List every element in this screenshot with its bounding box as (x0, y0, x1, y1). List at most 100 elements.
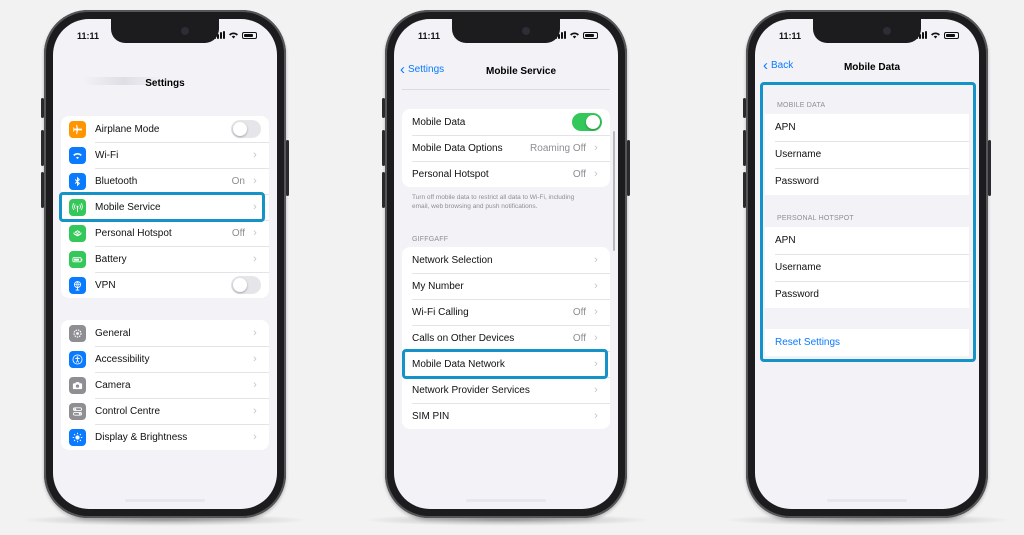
settings-group-connectivity: Airplane Mode Wi-Fi › Bluetooth On › Mob… (61, 116, 269, 298)
row-mobile-data-options[interactable]: Mobile Data Options Roaming Off › (402, 135, 610, 161)
row-personal-hotspot[interactable]: Personal Hotspot Off › (402, 161, 610, 187)
field-label: APN (775, 122, 796, 133)
chevron-right-icon: › (594, 142, 598, 154)
bluetooth-icon (69, 172, 86, 190)
chevron-right-icon: › (253, 149, 257, 161)
wifi-icon (69, 146, 86, 164)
hotspot-fields: APN Username Password (765, 227, 969, 308)
row-label: Display & Brightness (95, 431, 188, 443)
row-vpn[interactable]: VPN (61, 272, 269, 298)
row-label: Calls on Other Devices (412, 332, 515, 344)
row-value: Roaming Off (530, 142, 586, 154)
row-personal-hotspot[interactable]: Personal Hotspot Off › (61, 220, 269, 246)
field-label: Password (775, 289, 819, 300)
chevron-right-icon: › (594, 168, 598, 180)
chevron-right-icon: › (253, 175, 257, 187)
row-mobile-data-network[interactable]: Mobile Data Network › (402, 351, 610, 377)
row-sim-pin[interactable]: SIM PIN › (402, 403, 610, 429)
row-calls-other-devices[interactable]: Calls on Other Devices Off › (402, 325, 610, 351)
battery-status-icon (944, 31, 959, 39)
row-label: Mobile Data Options (412, 142, 503, 154)
field-password[interactable]: Password (765, 168, 969, 195)
chevron-right-icon: › (253, 405, 257, 417)
row-label: Personal Hotspot (412, 168, 489, 180)
row-mobile-service[interactable]: Mobile Service › (61, 194, 269, 220)
wifi-status-icon (229, 32, 238, 39)
row-camera[interactable]: Camera › (61, 372, 269, 398)
chevron-right-icon: › (253, 227, 257, 239)
row-label: SIM PIN (412, 410, 450, 422)
status-time: 11:11 (779, 31, 802, 41)
vpn-toggle[interactable] (231, 276, 261, 294)
chevron-right-icon: › (253, 379, 257, 391)
row-label: My Number (412, 280, 464, 292)
chevron-right-icon: › (594, 410, 598, 422)
airplane-mode-toggle[interactable] (231, 120, 261, 138)
row-general[interactable]: General › (61, 320, 269, 346)
row-network-provider-services[interactable]: Network Provider Services › (402, 377, 610, 403)
screen-settings: 11:11 Settings Airplane Mode Wi-Fi › Blu… (53, 19, 277, 509)
chevron-right-icon: › (594, 254, 598, 266)
row-label: Battery (95, 253, 127, 265)
status-time: 11:11 (77, 31, 100, 41)
row-display-brightness[interactable]: Display & Brightness › (61, 424, 269, 450)
reset-group: Reset Settings (765, 329, 969, 356)
field-label: APN (775, 235, 796, 246)
mobile-data-toggle[interactable] (572, 113, 602, 131)
accessibility-icon (69, 350, 86, 368)
row-label: Camera (95, 379, 131, 391)
row-label: Mobile Data (412, 116, 466, 128)
section-header-personal-hotspot: PERSONAL HOTSPOT (777, 215, 854, 222)
row-my-number[interactable]: My Number › (402, 273, 610, 299)
section-header-carrier: GIFFGAFF (412, 236, 449, 243)
row-bluetooth[interactable]: Bluetooth On › (61, 168, 269, 194)
row-label: Wi-Fi (95, 149, 119, 161)
chevron-right-icon: › (253, 353, 257, 365)
home-indicator (827, 499, 907, 502)
field-apn[interactable]: APN (765, 227, 969, 254)
row-wifi[interactable]: Wi-Fi › (61, 142, 269, 168)
mobile-data-fields: APN Username Password (765, 114, 969, 195)
row-accessibility[interactable]: Accessibility › (61, 346, 269, 372)
vpn-icon (69, 276, 86, 294)
row-label: Control Centre (95, 405, 161, 417)
row-network-selection[interactable]: Network Selection › (402, 247, 610, 273)
page-title: Mobile Service (485, 66, 557, 77)
reset-label: Reset Settings (775, 337, 841, 348)
phone-settings: 11:11 Settings Airplane Mode Wi-Fi › Blu… (41, 10, 289, 518)
hotspot-icon (69, 224, 86, 242)
row-value: Off (231, 227, 245, 239)
row-battery[interactable]: Battery › (61, 246, 269, 272)
mobile-data-group: Mobile Data Mobile Data Options Roaming … (402, 109, 610, 187)
row-label: Network Selection (412, 254, 493, 266)
camera-icon (69, 376, 86, 394)
field-password[interactable]: Password (765, 281, 969, 308)
field-username[interactable]: Username (765, 254, 969, 281)
home-indicator (466, 499, 546, 502)
field-username[interactable]: Username (765, 141, 969, 168)
field-apn[interactable]: APN (765, 114, 969, 141)
page-title: Mobile Data (843, 62, 901, 73)
chevron-right-icon: › (594, 384, 598, 396)
row-value: Off (572, 168, 586, 180)
page-title: Settings (145, 78, 185, 89)
mobile-data-footer: Turn off mobile data to restrict all dat… (412, 194, 575, 210)
row-airplane-mode[interactable]: Airplane Mode (61, 116, 269, 142)
airplane-icon (69, 120, 86, 138)
wifi-status-icon (570, 32, 579, 39)
row-mobile-data[interactable]: Mobile Data (402, 109, 610, 135)
notch (111, 19, 219, 43)
section-header-mobile-data: MOBILE DATA (777, 102, 826, 109)
row-wifi-calling[interactable]: Wi-Fi Calling Off › (402, 299, 610, 325)
chevron-right-icon: › (594, 306, 598, 318)
field-label: Password (775, 176, 819, 187)
battery-status-icon (583, 31, 598, 39)
antenna-icon (69, 198, 86, 216)
reset-settings-button[interactable]: Reset Settings (765, 329, 969, 356)
row-control-centre[interactable]: Control Centre › (61, 398, 269, 424)
row-label: Bluetooth (95, 175, 138, 187)
row-label: Personal Hotspot (95, 227, 172, 239)
carrier-group: Network Selection › My Number › Wi-Fi Ca… (402, 247, 610, 429)
scrollbar[interactable] (613, 131, 615, 251)
battery-icon (69, 250, 86, 268)
